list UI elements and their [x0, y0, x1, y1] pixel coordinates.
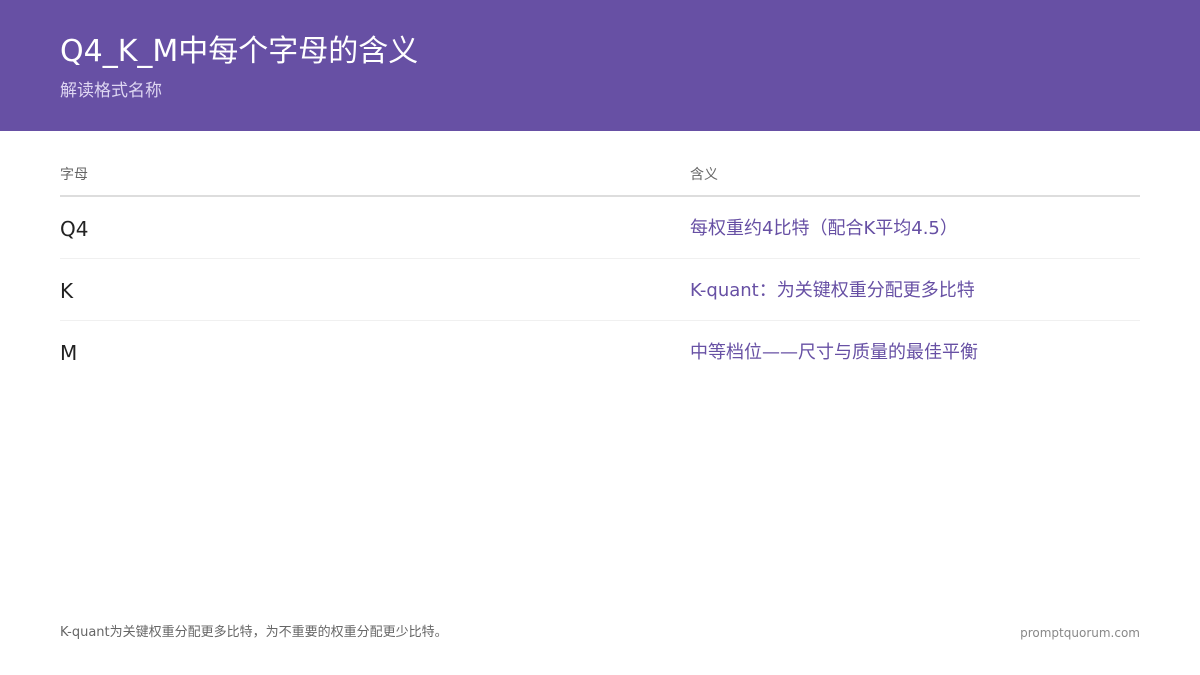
- table-row: M 中等档位——尺寸与质量的最佳平衡: [60, 321, 1140, 382]
- cell-letter: Q4: [60, 217, 89, 241]
- page-subtitle: 解读格式名称: [60, 81, 162, 101]
- cell-meaning: 中等档位——尺寸与质量的最佳平衡: [690, 342, 978, 363]
- page-title: Q4_K_M中每个字母的含义: [60, 34, 419, 69]
- cell-meaning: 每权重约4比特（配合K平均4.5）: [690, 218, 958, 239]
- footer-note: K-quant为关键权重分配更多比特，为不重要的权重分配更少比特。: [60, 625, 448, 640]
- table-row: Q4 每权重约4比特（配合K平均4.5）: [60, 197, 1140, 259]
- table-header: 字母 含义: [60, 155, 1140, 197]
- column-header-meaning: 含义: [690, 167, 718, 183]
- footer-site: promptquorum.com: [1020, 626, 1140, 640]
- cell-letter: M: [60, 341, 78, 365]
- cell-meaning: K-quant：为关键权重分配更多比特: [690, 280, 975, 301]
- column-header-letter: 字母: [60, 167, 88, 183]
- letter-meaning-table: 字母 含义 Q4 每权重约4比特（配合K平均4.5） K K-quant：为关键…: [60, 155, 1140, 382]
- table-row: K K-quant：为关键权重分配更多比特: [60, 259, 1140, 321]
- header-banner: Q4_K_M中每个字母的含义 解读格式名称: [0, 0, 1200, 131]
- cell-letter: K: [60, 279, 74, 303]
